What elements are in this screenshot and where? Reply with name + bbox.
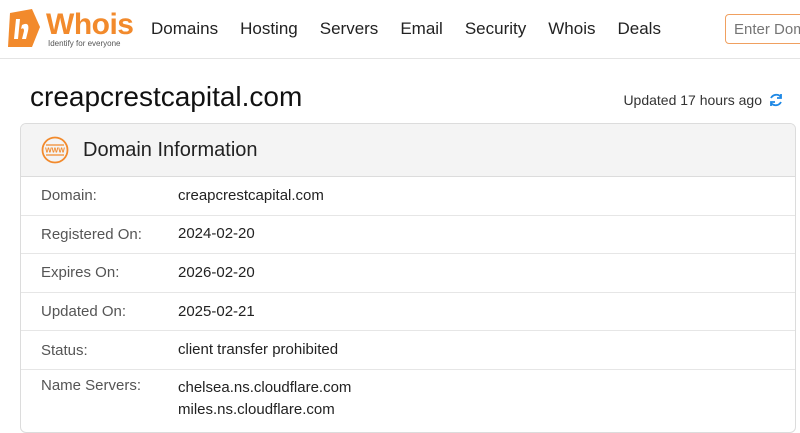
row-value: 2026-02-20 <box>178 263 255 281</box>
refresh-icon[interactable] <box>768 92 784 108</box>
logo-tagline: Identify for everyone <box>48 39 121 48</box>
row-label: Domain: <box>41 187 97 205</box>
row-label: Expires On: <box>41 264 120 282</box>
updated-text: Updated 17 hours ago <box>623 92 762 108</box>
updated-status: Updated 17 hours ago <box>623 92 784 108</box>
page-title: creapcrestcapital.com <box>30 81 303 112</box>
nav-servers[interactable]: Servers <box>309 0 390 58</box>
site-header: Whois Identify for everyone Domains Host… <box>0 0 800 59</box>
svg-text:WWW: WWW <box>45 148 65 155</box>
domain-information-card: WWW Domain Information Domain: creapcres… <box>20 123 796 433</box>
nav-hosting[interactable]: Hosting <box>229 0 309 58</box>
row-label: Name Servers: <box>41 376 142 394</box>
whois-logo[interactable]: Whois Identify for everyone <box>2 7 134 51</box>
nav-domains[interactable]: Domains <box>140 0 229 58</box>
row-value: 2024-02-20 <box>178 225 255 243</box>
info-row-updated: Updated On: 2025-02-21 <box>21 293 795 332</box>
info-row-status: Status: client transfer prohibited <box>21 331 795 370</box>
nav-email[interactable]: Email <box>389 0 454 58</box>
row-label: Updated On: <box>41 303 127 321</box>
logo-icon <box>8 9 40 47</box>
row-value: 2025-02-21 <box>178 302 255 320</box>
logo-text: Whois <box>46 8 134 41</box>
nav-whois[interactable]: Whois <box>537 0 606 58</box>
row-label: Registered On: <box>41 225 142 243</box>
row-value: creapcrestcapital.com <box>178 186 324 204</box>
name-server: miles.ns.cloudflare.com <box>178 400 335 418</box>
nav-deals[interactable]: Deals <box>606 0 671 58</box>
nav-security[interactable]: Security <box>454 0 537 58</box>
card-title: Domain Information <box>83 138 258 161</box>
row-value: client transfer prohibited <box>178 341 339 359</box>
name-server-list: chelsea.ns.cloudflare.com miles.ns.cloud… <box>178 377 351 421</box>
info-row-name-servers: Name Servers: chelsea.ns.cloudflare.com … <box>21 370 795 430</box>
www-icon: WWW <box>41 136 69 164</box>
main-nav: Domains Hosting Servers Email Security W… <box>140 0 672 58</box>
domain-search-input[interactable] <box>725 14 800 44</box>
name-server: chelsea.ns.cloudflare.com <box>178 378 352 396</box>
info-row-domain: Domain: creapcrestcapital.com <box>21 177 795 216</box>
info-row-expires: Expires On: 2026-02-20 <box>21 254 795 293</box>
row-label: Status: <box>41 341 88 359</box>
card-header: WWW Domain Information <box>21 124 795 177</box>
info-row-registered: Registered On: 2024-02-20 <box>21 216 795 255</box>
